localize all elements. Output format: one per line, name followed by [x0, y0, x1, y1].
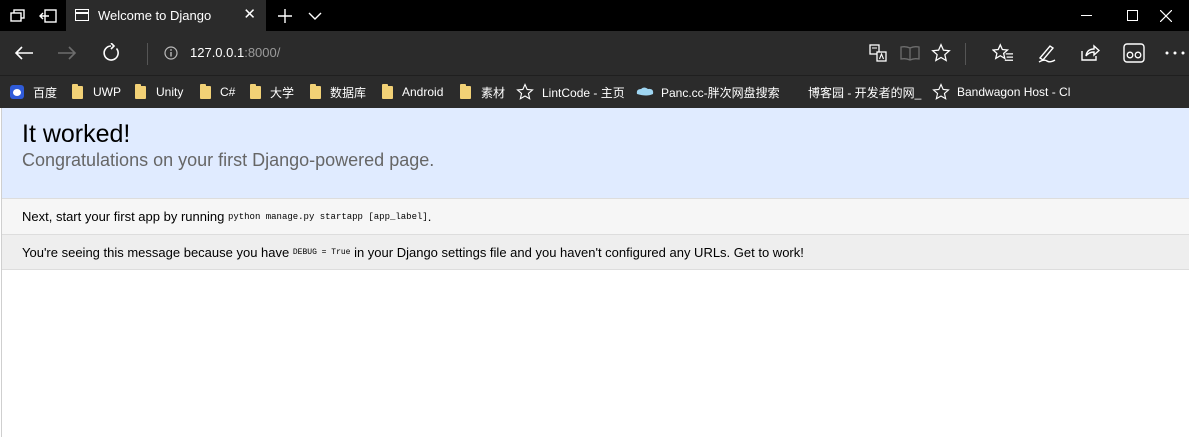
- favorite-cnblogs[interactable]: 博客园 - 开发者的网_: [790, 76, 921, 108]
- star-icon: [516, 83, 534, 100]
- favorite-label: 博客园 - 开发者的网_: [808, 85, 922, 100]
- instructions-section: Next, start your first app by running py…: [2, 199, 1189, 235]
- more-icon[interactable]: [1163, 31, 1187, 75]
- tab-set-aside-icon[interactable]: [6, 0, 30, 31]
- page-title: It worked!: [22, 120, 131, 148]
- new-tab-icon[interactable]: [274, 0, 296, 31]
- divider: [147, 43, 148, 65]
- favorites-hub-icon[interactable]: [990, 31, 1016, 75]
- page-subtitle: Congratulations on your first Django-pow…: [22, 150, 435, 170]
- favorite-label: LintCode - 主页: [542, 85, 625, 100]
- tab-preview-chevron-icon[interactable]: [304, 0, 326, 31]
- reading-view-icon[interactable]: [898, 31, 922, 75]
- favorite-label: C#: [220, 85, 236, 99]
- cloud-icon: [636, 87, 654, 96]
- favorite-label: Bandwagon Host - Cl: [957, 85, 1071, 99]
- translate-icon[interactable]: [866, 31, 890, 75]
- folder-icon: [200, 83, 211, 99]
- folder-icon: [250, 83, 261, 99]
- close-window-icon[interactable]: [1143, 0, 1189, 31]
- site-info-icon[interactable]: [161, 31, 181, 75]
- favorite-label: 数据库: [330, 85, 367, 100]
- back-arrow-icon[interactable]: [10, 31, 38, 75]
- favorite-bandwagon[interactable]: Bandwagon Host - Cl: [932, 76, 1070, 108]
- favorite-label: Unity: [156, 85, 184, 99]
- forward-arrow-icon[interactable]: [53, 31, 81, 75]
- tab-active[interactable]: Welcome to Django ✕: [66, 0, 266, 31]
- favorite-folder-university[interactable]: 大学: [250, 76, 294, 108]
- favorite-label: 大学: [270, 85, 295, 100]
- favorite-label: 素材: [481, 85, 506, 100]
- favorite-star-icon[interactable]: [929, 31, 953, 75]
- address-field[interactable]: 127.0.0.1:8000/: [190, 31, 280, 75]
- explanation-suffix: in your Django settings file and you hav…: [350, 244, 804, 260]
- favorite-baidu[interactable]: 百度: [10, 76, 57, 108]
- favorite-label: 百度: [33, 85, 58, 100]
- folder-icon: [135, 83, 146, 99]
- instructions-text: Next, start your first app by running: [22, 209, 228, 224]
- folder-icon: [460, 83, 471, 99]
- star-icon: [932, 83, 950, 100]
- url-host: 127.0.0.1: [190, 45, 245, 60]
- explanation-section: You're seeing this message because you h…: [2, 235, 1189, 270]
- favorite-label: Android: [402, 85, 444, 99]
- summary-section: It worked! Congratulations on your first…: [2, 108, 1189, 199]
- pen-icon[interactable]: [1035, 31, 1059, 75]
- favorite-lintcode[interactable]: LintCode - 主页: [516, 76, 625, 108]
- favorite-folder-uwp[interactable]: UWP: [72, 76, 121, 108]
- baidu-icon: [10, 85, 24, 99]
- divider: [965, 43, 966, 65]
- folder-icon: [382, 83, 393, 99]
- favorite-panc[interactable]: Panc.cc-胖次网盘搜索: [635, 76, 780, 108]
- page-icon: [75, 9, 89, 21]
- favorite-folder-android[interactable]: Android: [382, 76, 443, 108]
- close-tab-icon[interactable]: ✕: [243, 7, 256, 23]
- favorite-folder-database[interactable]: 数据库: [310, 76, 366, 108]
- favorite-folder-unity[interactable]: Unity: [135, 76, 183, 108]
- share-icon[interactable]: [1078, 31, 1102, 75]
- tab-title: Welcome to Django: [98, 8, 212, 23]
- startapp-command: python manage.py startapp [app_label]: [227, 211, 428, 222]
- folder-icon: [310, 83, 321, 99]
- favorite-folder-csharp[interactable]: C#: [200, 76, 235, 108]
- set-aside-tabs-icon[interactable]: [36, 0, 60, 31]
- extension-icon[interactable]: [1121, 31, 1147, 75]
- title-bar: Welcome to Django ✕: [0, 0, 1189, 31]
- refresh-icon[interactable]: [97, 31, 125, 75]
- minimize-icon[interactable]: [1063, 0, 1109, 31]
- url-path: :8000/: [244, 45, 281, 60]
- instructions-suffix: .: [427, 209, 432, 224]
- folder-icon: [72, 83, 83, 99]
- navigation-bar: 127.0.0.1:8000/: [0, 31, 1189, 75]
- favorite-label: UWP: [93, 85, 121, 99]
- favorite-folder-assets[interactable]: 素材: [460, 76, 505, 108]
- debug-setting-code: DEBUG = True: [292, 247, 351, 257]
- page-content: It worked! Congratulations on your first…: [1, 108, 1189, 437]
- favorite-label: Panc.cc-胖次网盘搜索: [661, 85, 780, 100]
- favorites-bar: 百度 UWP Unity C# 大学 数据库 Android 素材 LintCo…: [0, 75, 1189, 108]
- explanation-text: You're seeing this message because you h…: [22, 244, 293, 260]
